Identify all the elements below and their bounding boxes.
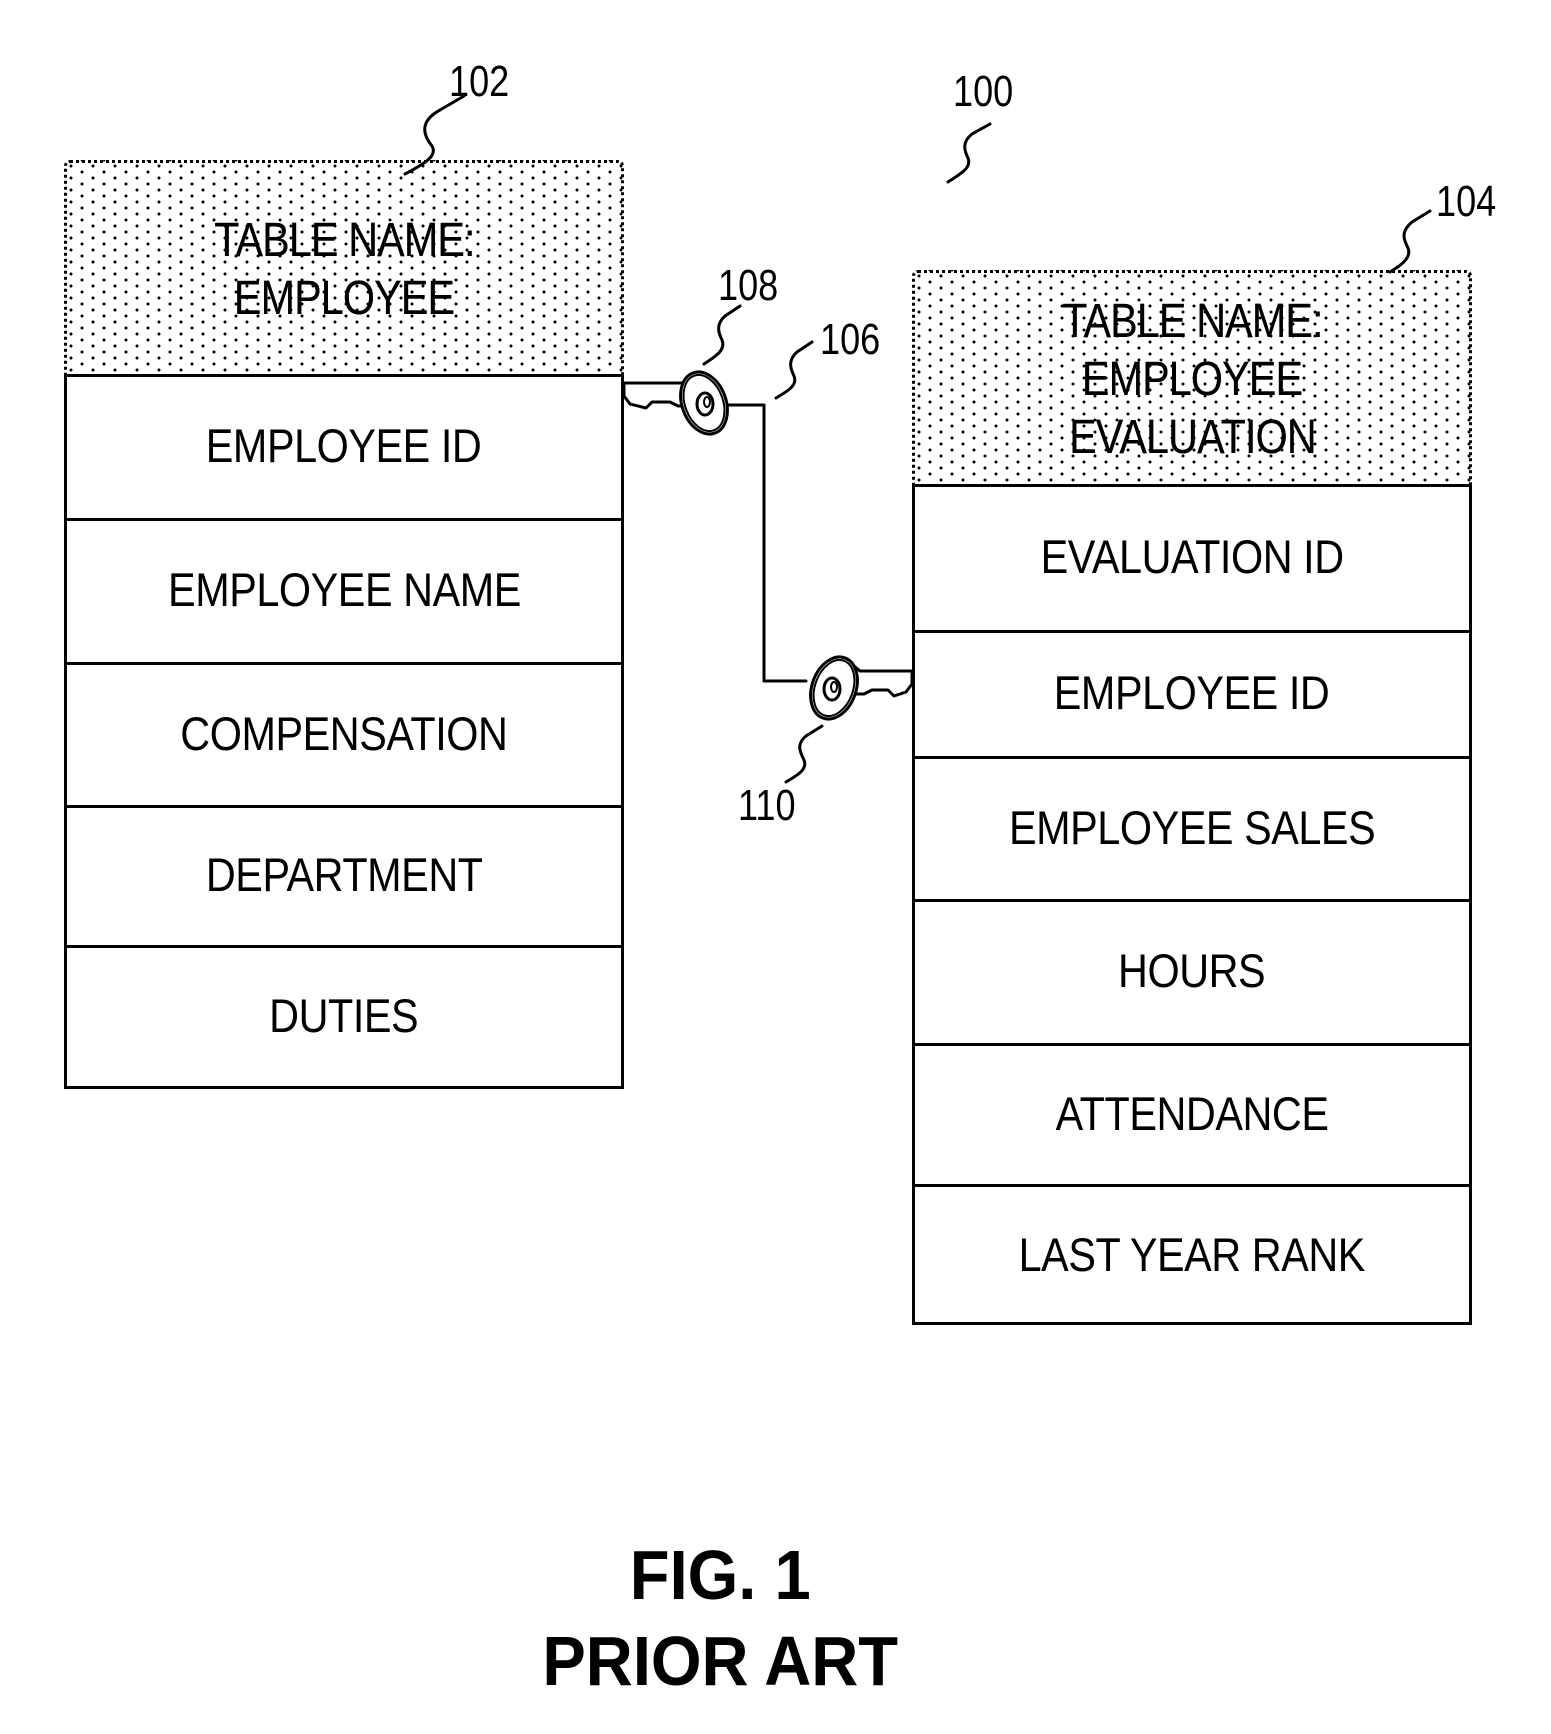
- leader-106: [774, 340, 814, 400]
- leader-104: [1388, 209, 1432, 274]
- diagram-overlay: [403, 94, 1432, 784]
- leader-110: [784, 724, 824, 784]
- figure-number: FIG. 1: [629, 1536, 811, 1614]
- leader-108: [702, 304, 742, 366]
- key-icon: [622, 370, 729, 436]
- key-icon: [809, 655, 914, 721]
- figure-subcaption: PRIOR ART: [0, 1626, 1440, 1696]
- figure-caption: FIG. 1: [0, 1540, 1440, 1610]
- relationship-line: [726, 403, 808, 683]
- prior-art-label: PRIOR ART: [542, 1622, 898, 1700]
- leader-102: [403, 94, 466, 176]
- leader-100: [946, 122, 992, 184]
